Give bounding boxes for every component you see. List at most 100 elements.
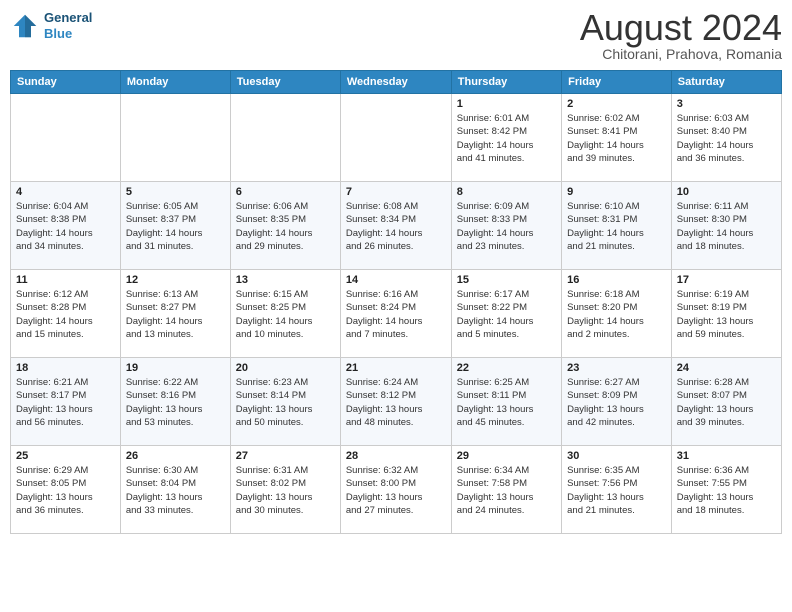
day-info: Sunrise: 6:36 AM Sunset: 7:55 PM Dayligh… xyxy=(677,464,776,517)
day-number: 20 xyxy=(236,362,335,374)
day-number: 16 xyxy=(567,274,666,286)
calendar-week-1: 4Sunrise: 6:04 AM Sunset: 8:38 PM Daylig… xyxy=(11,182,782,270)
calendar-cell: 17 Sunrise: 6:19 AM Sunset: 8:19 PM Dayli… xyxy=(671,270,781,358)
day-number: 2 xyxy=(567,98,666,110)
calendar-header-row: Sunday Monday Tuesday Wednesday Thursday… xyxy=(11,71,782,94)
logo-text: General Blue xyxy=(44,10,92,41)
calendar-cell: 29Sunrise: 6:34 AM Sunset: 7:58 PM Dayli… xyxy=(451,446,561,534)
calendar-cell: 13Sunrise: 6:15 AM Sunset: 8:25 PM Dayli… xyxy=(230,270,340,358)
calendar-cell: 22 Sunrise: 6:25 AM Sunset: 8:11 PM Dayli… xyxy=(451,358,561,446)
day-number: 26 xyxy=(126,450,225,462)
calendar-week-0: 1 Sunrise: 6:01 AM Sunset: 8:42 PM Daylig… xyxy=(11,94,782,182)
calendar-cell xyxy=(120,94,230,182)
day-info: Sunrise: 6:05 AM Sunset: 8:37 PM Dayligh… xyxy=(126,200,225,253)
calendar-cell: 26 Sunrise: 6:30 AM Sunset: 8:04 PM Dayli… xyxy=(120,446,230,534)
day-info: Sunrise: 6:21 AM Sunset: 8:17 PM Dayligh… xyxy=(16,376,115,429)
calendar-cell: 18Sunrise: 6:21 AM Sunset: 8:17 PM Dayli… xyxy=(11,358,121,446)
day-info: Sunrise: 6:28 AM Sunset: 8:07 PM Dayligh… xyxy=(677,376,776,429)
calendar-week-3: 18Sunrise: 6:21 AM Sunset: 8:17 PM Dayli… xyxy=(11,358,782,446)
calendar-cell: 7 Sunrise: 6:08 AM Sunset: 8:34 PM Daylig… xyxy=(340,182,451,270)
day-info: Sunrise: 6:35 AM Sunset: 7:56 PM Dayligh… xyxy=(567,464,666,517)
day-info: Sunrise: 6:10 AM Sunset: 8:31 PM Dayligh… xyxy=(567,200,666,253)
calendar-cell: 9 Sunrise: 6:10 AM Sunset: 8:31 PM Daylig… xyxy=(562,182,672,270)
day-info: Sunrise: 6:25 AM Sunset: 8:11 PM Dayligh… xyxy=(457,376,556,429)
calendar-week-4: 25 Sunrise: 6:29 AM Sunset: 8:05 PM Dayli… xyxy=(11,446,782,534)
day-info: Sunrise: 6:29 AM Sunset: 8:05 PM Dayligh… xyxy=(16,464,115,517)
calendar-cell: 6 Sunrise: 6:06 AM Sunset: 8:35 PM Daylig… xyxy=(230,182,340,270)
day-info: Sunrise: 6:08 AM Sunset: 8:34 PM Dayligh… xyxy=(346,200,446,253)
day-number: 8 xyxy=(457,186,556,198)
calendar-cell: 3 Sunrise: 6:03 AM Sunset: 8:40 PM Daylig… xyxy=(671,94,781,182)
day-number: 11 xyxy=(16,274,115,286)
col-tuesday: Tuesday xyxy=(230,71,340,94)
day-info: Sunrise: 6:17 AM Sunset: 8:22 PM Dayligh… xyxy=(457,288,556,341)
day-info: Sunrise: 6:11 AM Sunset: 8:30 PM Dayligh… xyxy=(677,200,776,253)
logo-general: General xyxy=(44,10,92,25)
col-monday: Monday xyxy=(120,71,230,94)
day-number: 17 xyxy=(677,274,776,286)
day-number: 14 xyxy=(346,274,446,286)
day-info: Sunrise: 6:01 AM Sunset: 8:42 PM Dayligh… xyxy=(457,112,556,165)
day-number: 21 xyxy=(346,362,446,374)
day-number: 15 xyxy=(457,274,556,286)
calendar-cell: 12Sunrise: 6:13 AM Sunset: 8:27 PM Dayli… xyxy=(120,270,230,358)
day-number: 9 xyxy=(567,186,666,198)
location: Chitorani, Prahova, Romania xyxy=(580,46,782,62)
calendar-cell xyxy=(11,94,121,182)
day-info: Sunrise: 6:30 AM Sunset: 8:04 PM Dayligh… xyxy=(126,464,225,517)
day-info: Sunrise: 6:03 AM Sunset: 8:40 PM Dayligh… xyxy=(677,112,776,165)
calendar-cell: 5 Sunrise: 6:05 AM Sunset: 8:37 PM Daylig… xyxy=(120,182,230,270)
col-wednesday: Wednesday xyxy=(340,71,451,94)
calendar-cell: 4Sunrise: 6:04 AM Sunset: 8:38 PM Daylig… xyxy=(11,182,121,270)
day-number: 6 xyxy=(236,186,335,198)
day-number: 25 xyxy=(16,450,115,462)
day-number: 23 xyxy=(567,362,666,374)
col-thursday: Thursday xyxy=(451,71,561,94)
calendar-cell: 11Sunrise: 6:12 AM Sunset: 8:28 PM Dayli… xyxy=(11,270,121,358)
calendar-cell: 23 Sunrise: 6:27 AM Sunset: 8:09 PM Dayli… xyxy=(562,358,672,446)
calendar-cell: 30Sunrise: 6:35 AM Sunset: 7:56 PM Dayli… xyxy=(562,446,672,534)
day-info: Sunrise: 6:02 AM Sunset: 8:41 PM Dayligh… xyxy=(567,112,666,165)
logo: General Blue xyxy=(10,10,92,41)
calendar-cell: 31 Sunrise: 6:36 AM Sunset: 7:55 PM Dayli… xyxy=(671,446,781,534)
day-info: Sunrise: 6:09 AM Sunset: 8:33 PM Dayligh… xyxy=(457,200,556,253)
day-number: 7 xyxy=(346,186,446,198)
day-number: 22 xyxy=(457,362,556,374)
page-header: General Blue August 2024 Chitorani, Prah… xyxy=(10,10,782,62)
day-info: Sunrise: 6:18 AM Sunset: 8:20 PM Dayligh… xyxy=(567,288,666,341)
day-info: Sunrise: 6:19 AM Sunset: 8:19 PM Dayligh… xyxy=(677,288,776,341)
day-number: 1 xyxy=(457,98,556,110)
page-container: General Blue August 2024 Chitorani, Prah… xyxy=(0,0,792,612)
day-info: Sunrise: 6:27 AM Sunset: 8:09 PM Dayligh… xyxy=(567,376,666,429)
calendar-cell: 10 Sunrise: 6:11 AM Sunset: 8:30 PM Dayli… xyxy=(671,182,781,270)
calendar-cell: 8 Sunrise: 6:09 AM Sunset: 8:33 PM Daylig… xyxy=(451,182,561,270)
day-number: 10 xyxy=(677,186,776,198)
day-number: 19 xyxy=(126,362,225,374)
title-section: August 2024 Chitorani, Prahova, Romania xyxy=(580,10,782,62)
calendar-cell: 14 Sunrise: 6:16 AM Sunset: 8:24 PM Dayli… xyxy=(340,270,451,358)
calendar-cell: 15 Sunrise: 6:17 AM Sunset: 8:22 PM Dayli… xyxy=(451,270,561,358)
calendar-cell: 19Sunrise: 6:22 AM Sunset: 8:16 PM Dayli… xyxy=(120,358,230,446)
logo-icon xyxy=(10,11,40,41)
calendar-table: Sunday Monday Tuesday Wednesday Thursday… xyxy=(10,70,782,534)
day-info: Sunrise: 6:23 AM Sunset: 8:14 PM Dayligh… xyxy=(236,376,335,429)
calendar-cell: 24Sunrise: 6:28 AM Sunset: 8:07 PM Dayli… xyxy=(671,358,781,446)
day-info: Sunrise: 6:24 AM Sunset: 8:12 PM Dayligh… xyxy=(346,376,446,429)
day-number: 3 xyxy=(677,98,776,110)
day-number: 12 xyxy=(126,274,225,286)
calendar-cell: 1 Sunrise: 6:01 AM Sunset: 8:42 PM Daylig… xyxy=(451,94,561,182)
day-number: 5 xyxy=(126,186,225,198)
calendar-cell xyxy=(340,94,451,182)
day-info: Sunrise: 6:06 AM Sunset: 8:35 PM Dayligh… xyxy=(236,200,335,253)
day-info: Sunrise: 6:32 AM Sunset: 8:00 PM Dayligh… xyxy=(346,464,446,517)
day-info: Sunrise: 6:16 AM Sunset: 8:24 PM Dayligh… xyxy=(346,288,446,341)
col-saturday: Saturday xyxy=(671,71,781,94)
col-sunday: Sunday xyxy=(11,71,121,94)
month-title: August 2024 xyxy=(580,10,782,46)
calendar-cell: 25 Sunrise: 6:29 AM Sunset: 8:05 PM Dayli… xyxy=(11,446,121,534)
col-friday: Friday xyxy=(562,71,672,94)
day-number: 31 xyxy=(677,450,776,462)
calendar-cell: 28Sunrise: 6:32 AM Sunset: 8:00 PM Dayli… xyxy=(340,446,451,534)
day-number: 13 xyxy=(236,274,335,286)
day-number: 4 xyxy=(16,186,115,198)
